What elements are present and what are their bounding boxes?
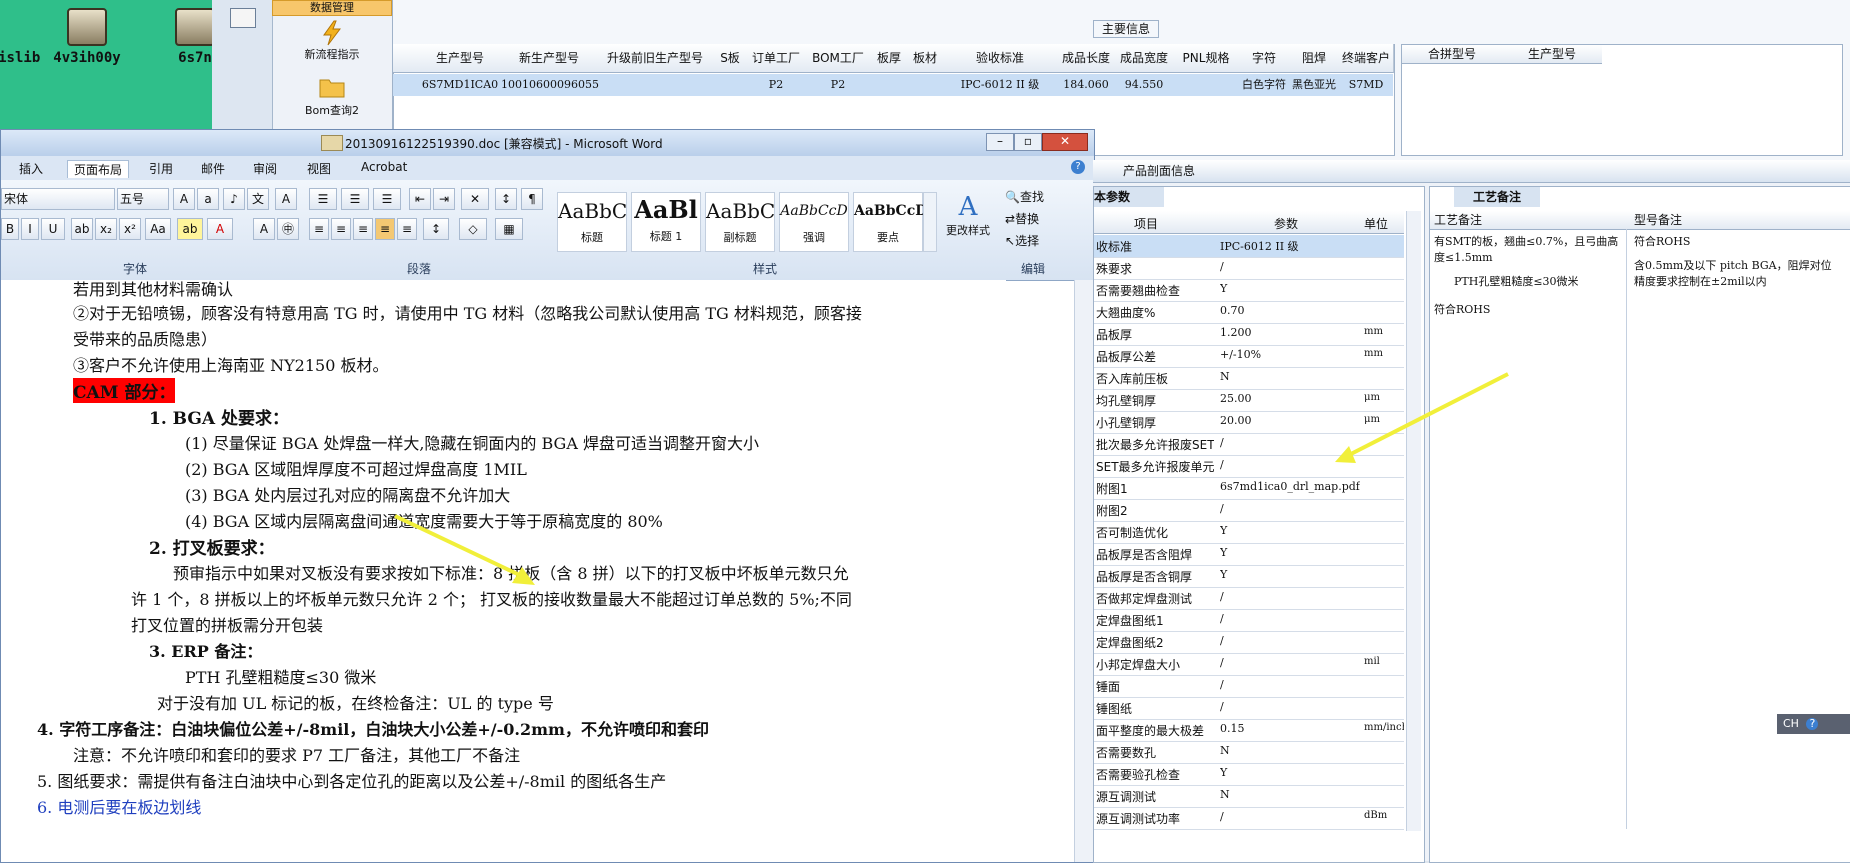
annotation-arrows bbox=[394, 372, 1509, 585]
arrow-annotation-doc bbox=[394, 514, 535, 585]
arrow-annotation-panel bbox=[1335, 372, 1509, 463]
